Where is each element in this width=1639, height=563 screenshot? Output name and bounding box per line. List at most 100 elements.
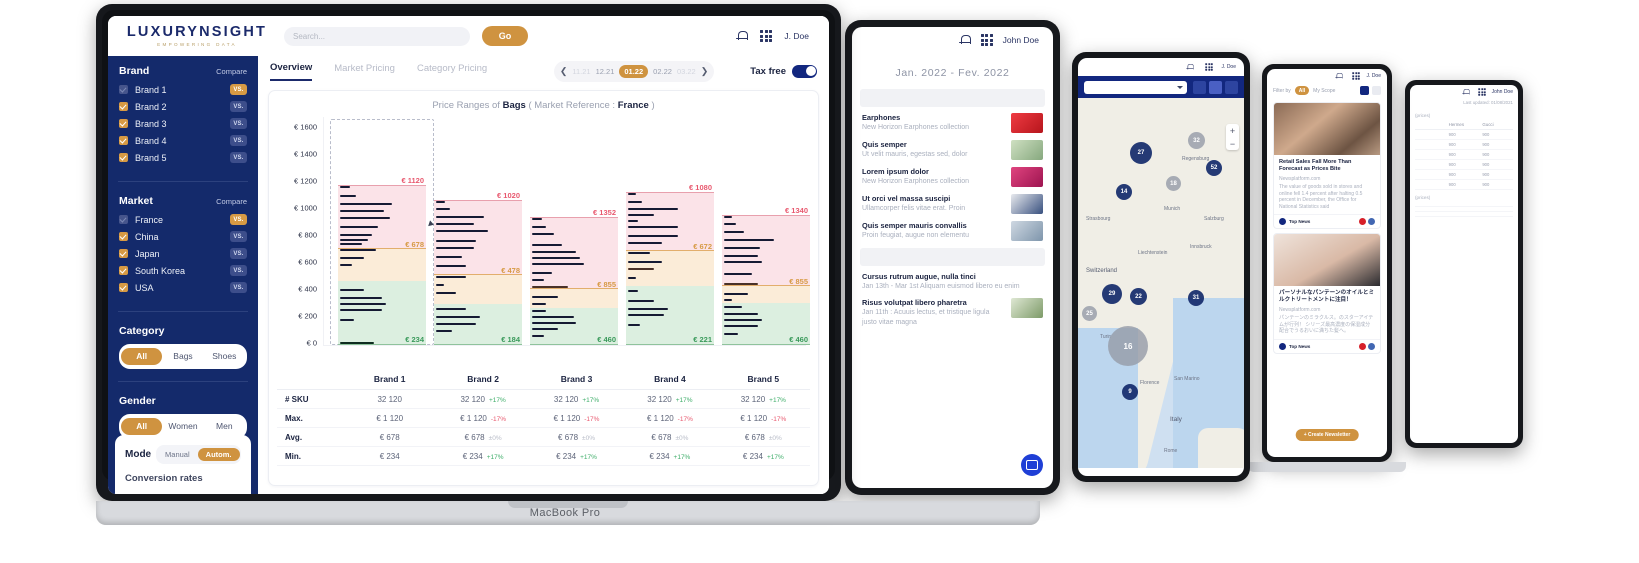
date-pill-1221[interactable]: 12.21 — [596, 67, 615, 76]
chat-bubble-icon[interactable] — [1021, 454, 1043, 476]
pinterest-icon[interactable] — [1359, 218, 1366, 226]
map-zoom-controls[interactable]: + − — [1226, 124, 1239, 150]
bell-icon[interactable] — [1334, 72, 1343, 79]
mode-option-manual[interactable]: Manual — [157, 448, 198, 461]
gender-option-men[interactable]: Men — [204, 418, 245, 435]
checkbox-icon[interactable] — [119, 266, 128, 275]
grid-apps-icon[interactable] — [760, 30, 773, 42]
search-input[interactable]: Search... — [284, 26, 470, 46]
sidebar-item-usa[interactable]: USA VS. — [119, 282, 247, 293]
map-cluster[interactable]: 22 — [1130, 288, 1147, 305]
vs-button[interactable]: VS. — [230, 248, 247, 259]
news-item[interactable]: Ut orci vel massa suscipi Ullamcorper fe… — [862, 194, 1043, 214]
map-cluster[interactable]: 32 — [1188, 132, 1205, 149]
grid-apps-icon[interactable] — [1477, 87, 1486, 96]
news-card[interactable]: パーソナルなパンテーンのオイルとミルクトリートメントに注目！ Newsplatf… — [1273, 233, 1381, 354]
checkbox-icon[interactable] — [119, 136, 128, 145]
gender-option-women[interactable]: Women — [162, 418, 203, 435]
layers-icon[interactable] — [1209, 80, 1222, 94]
bell-icon[interactable] — [1461, 88, 1470, 95]
sidebar-item-china[interactable]: China VS. — [119, 231, 247, 242]
bell-icon[interactable] — [736, 30, 749, 42]
checkbox-icon[interactable] — [119, 232, 128, 241]
checkbox-icon[interactable] — [119, 215, 128, 224]
social-icons[interactable] — [1359, 218, 1375, 226]
news-item[interactable]: Earphones New Horizon Earphones collecti… — [862, 113, 1043, 133]
chevron-right-icon[interactable]: ❯ — [701, 66, 709, 76]
sidebar-item-brand-1[interactable]: Brand 1 VS. — [119, 84, 247, 95]
vs-button[interactable]: VS. — [230, 84, 247, 95]
gender-option-all[interactable]: All — [121, 418, 163, 435]
grid-apps-icon[interactable] — [980, 34, 993, 46]
checkbox-icon[interactable] — [119, 119, 128, 128]
category-option-all[interactable]: All — [121, 348, 163, 365]
chart-column-brand-1[interactable]: € 1120 € 678 € 234 — [338, 176, 426, 345]
tax-free-control[interactable]: Tax free — [750, 64, 817, 78]
create-newsletter-button[interactable]: + Create Newsletter — [1295, 429, 1359, 441]
date-pill-0122[interactable]: 01.22 — [619, 64, 649, 78]
category-segmented-control[interactable]: All Bags Shoes — [119, 344, 247, 369]
map-cluster[interactable]: 29 — [1102, 284, 1122, 304]
news-item[interactable]: Lorem ipsum dolor New Horizon Earphones … — [862, 167, 1043, 187]
checkbox-icon[interactable] — [119, 85, 128, 94]
grid-icon[interactable] — [1225, 80, 1238, 94]
sidebar-item-brand-3[interactable]: Brand 3 VS. — [119, 118, 247, 129]
chart-column-brand-5[interactable]: € 1340 € 855 € 460 — [722, 206, 810, 345]
vs-button[interactable]: VS. — [230, 282, 247, 293]
sidebar-item-brand-4[interactable]: Brand 4 VS. — [119, 135, 247, 146]
tax-free-toggle[interactable] — [792, 64, 817, 78]
bell-icon[interactable] — [1185, 63, 1194, 70]
filter-all-pill[interactable]: All — [1294, 86, 1310, 95]
sidebar-item-france[interactable]: France VS. — [119, 214, 247, 225]
app-logo[interactable]: LUXURYNSIGHT EMPOWERING DATA — [122, 25, 272, 48]
facebook-icon[interactable] — [1368, 342, 1375, 350]
map-cluster[interactable]: 16 — [1108, 326, 1148, 366]
news-item[interactable]: Quis semper mauris convallis Proin feugi… — [862, 221, 1043, 241]
date-pill-0322[interactable]: 03.22 — [677, 67, 696, 76]
tab-overview[interactable]: Overview — [270, 62, 313, 81]
vs-button[interactable]: VS. — [230, 152, 247, 163]
social-icons[interactable] — [1359, 342, 1375, 350]
zoom-in-button[interactable]: + — [1226, 124, 1239, 137]
filter-scope-label[interactable]: My Scope — [1313, 88, 1335, 94]
sidebar-item-south-korea[interactable]: South Korea VS. — [119, 265, 247, 276]
date-pill-1121[interactable]: 11.21 — [572, 67, 590, 76]
zoom-out-button[interactable]: − — [1226, 137, 1239, 150]
chart-column-brand-4[interactable]: € 1080 € 672 € 221 — [626, 183, 714, 345]
user-name[interactable]: J. Doe — [784, 31, 809, 41]
checkbox-icon[interactable] — [119, 102, 128, 111]
vs-button[interactable]: VS. — [230, 231, 247, 242]
chart-column-brand-3[interactable]: € 1352 € 855 € 460 — [530, 208, 618, 345]
map-cluster[interactable]: 52 — [1206, 160, 1222, 176]
sidebar-item-brand-5[interactable]: Brand 5 VS. — [119, 152, 247, 163]
camera-icon[interactable] — [1193, 80, 1206, 94]
grid-apps-icon[interactable] — [1351, 72, 1360, 80]
map-cluster[interactable]: 31 — [1188, 290, 1204, 306]
mode-segmented-control[interactable]: Manual Autom. — [155, 445, 241, 464]
mode-option-autom[interactable]: Autom. — [197, 448, 240, 461]
vs-button[interactable]: VS. — [230, 101, 247, 112]
map-filter-select[interactable] — [1084, 80, 1187, 94]
vs-button[interactable]: VS. — [230, 265, 247, 276]
map-cluster[interactable]: 14 — [1116, 184, 1132, 200]
category-option-shoes[interactable]: Shoes — [204, 348, 245, 365]
map-canvas[interactable]: Strasbourg Regensburg Munich Salzburg In… — [1078, 98, 1244, 468]
grid-apps-icon[interactable] — [1204, 63, 1213, 71]
vs-button[interactable]: VS. — [230, 214, 247, 225]
sidebar-item-japan[interactable]: Japan VS. — [119, 248, 247, 259]
sidebar-item-brand-2[interactable]: Brand 2 VS. — [119, 101, 247, 112]
event-item[interactable]: Cursus rutrum augue, nulla tinci Jan 13t… — [862, 272, 1043, 291]
pinterest-icon[interactable] — [1359, 342, 1366, 350]
view-mode-toggle[interactable] — [1360, 86, 1381, 95]
checkbox-icon[interactable] — [119, 283, 128, 292]
vs-button[interactable]: VS. — [230, 118, 247, 129]
news-card[interactable]: Retail Sales Fall More Than Forecast as … — [1273, 102, 1381, 230]
map-cluster[interactable]: 27 — [1130, 142, 1152, 164]
list-view-icon[interactable] — [1372, 86, 1381, 95]
chart-column-brand-2[interactable]: € 1020 € 478 € 184 — [434, 191, 522, 345]
news-item[interactable]: Quis semper Ut velit mauris, egestas sed… — [862, 140, 1043, 160]
go-button[interactable]: Go — [482, 26, 528, 46]
map-view-icons[interactable] — [1193, 80, 1238, 94]
date-pill-0222[interactable]: 02.22 — [653, 67, 672, 76]
event-item[interactable]: Risus volutpat libero pharetra Jan 11th … — [862, 298, 1043, 327]
